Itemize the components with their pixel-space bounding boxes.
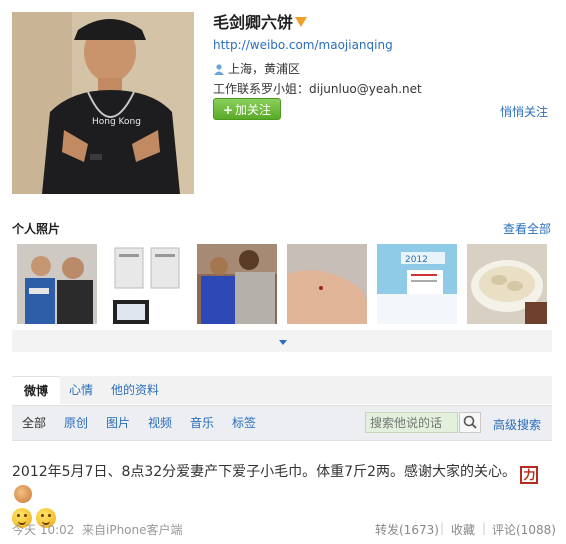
filter-images[interactable]: 图片 [106, 406, 130, 440]
svg-text:2012: 2012 [405, 255, 428, 265]
photo-thumbnail[interactable] [467, 244, 547, 324]
search-input[interactable] [365, 412, 458, 433]
search-button[interactable] [459, 412, 481, 433]
photo-thumbnail[interactable] [197, 244, 277, 324]
photo-thumbnail[interactable] [17, 244, 97, 324]
advanced-search-link[interactable]: 高级搜索 [493, 416, 541, 433]
tab-weibo[interactable]: 微博 [12, 376, 61, 405]
favorite-link[interactable]: 收藏 [451, 521, 475, 538]
stamp-icon: 力 [520, 466, 539, 484]
filter-all[interactable]: 全部 [22, 406, 46, 440]
profile-name-text: 毛剑卿六饼 [213, 13, 294, 32]
profile-contact: 工作联系罗小姐：dijunluo@yeah.net [213, 82, 422, 96]
coin-emoji-icon [14, 485, 32, 503]
post-time-link[interactable]: 今天 10:02 [12, 521, 74, 538]
meta-separator: | [482, 521, 487, 535]
photo-thumbnail[interactable] [287, 244, 367, 324]
follow-button-label: 加关注 [235, 103, 272, 117]
filter-videos[interactable]: 视频 [148, 406, 172, 440]
chevron-down-icon[interactable] [279, 340, 287, 345]
filter-tags[interactable]: 标签 [232, 406, 256, 440]
photo-thumbnail[interactable] [107, 244, 187, 324]
post-text: 2012年5月7日、8点32分爱妻产下爱子小毛巾。体重7斤2两。感谢大家的关心。 [12, 464, 516, 480]
plus-icon: + [222, 103, 234, 117]
profile-name: 毛剑卿六饼 [213, 9, 308, 33]
post-source: 来自iPhone客户端 [82, 523, 183, 537]
meta-separator: | [440, 521, 445, 535]
tab-mood[interactable]: 心情 [69, 376, 93, 404]
verified-badge-icon [295, 17, 308, 27]
follow-button[interactable]: + 加关注 [213, 98, 281, 120]
profile-url-link[interactable]: http://weibo.com/maojianqing [213, 38, 393, 52]
quiet-follow-link[interactable]: 悄悄关注 [500, 103, 548, 120]
profile-avatar[interactable]: Hong Kong [12, 12, 194, 194]
comment-link[interactable]: 评论(1088) [492, 521, 556, 538]
tab-profile-info[interactable]: 他的资料 [111, 376, 159, 404]
view-all-photos-link[interactable]: 查看全部 [503, 220, 551, 237]
filter-music[interactable]: 音乐 [190, 406, 214, 440]
photos-section-title: 个人照片 [12, 222, 61, 236]
filter-original[interactable]: 原创 [64, 406, 88, 440]
photo-thumbnail[interactable]: 2012 [377, 244, 457, 324]
profile-tabs: 微博 心情 他的资料 [12, 376, 552, 405]
svg-text:Hong Kong: Hong Kong [92, 117, 141, 127]
profile-location: 上海，黄浦区 [213, 60, 300, 77]
repost-link[interactable]: 转发(1673) [375, 521, 439, 538]
search-icon [463, 415, 477, 429]
user-icon [214, 64, 224, 75]
location-text: 上海，黄浦区 [228, 62, 301, 76]
